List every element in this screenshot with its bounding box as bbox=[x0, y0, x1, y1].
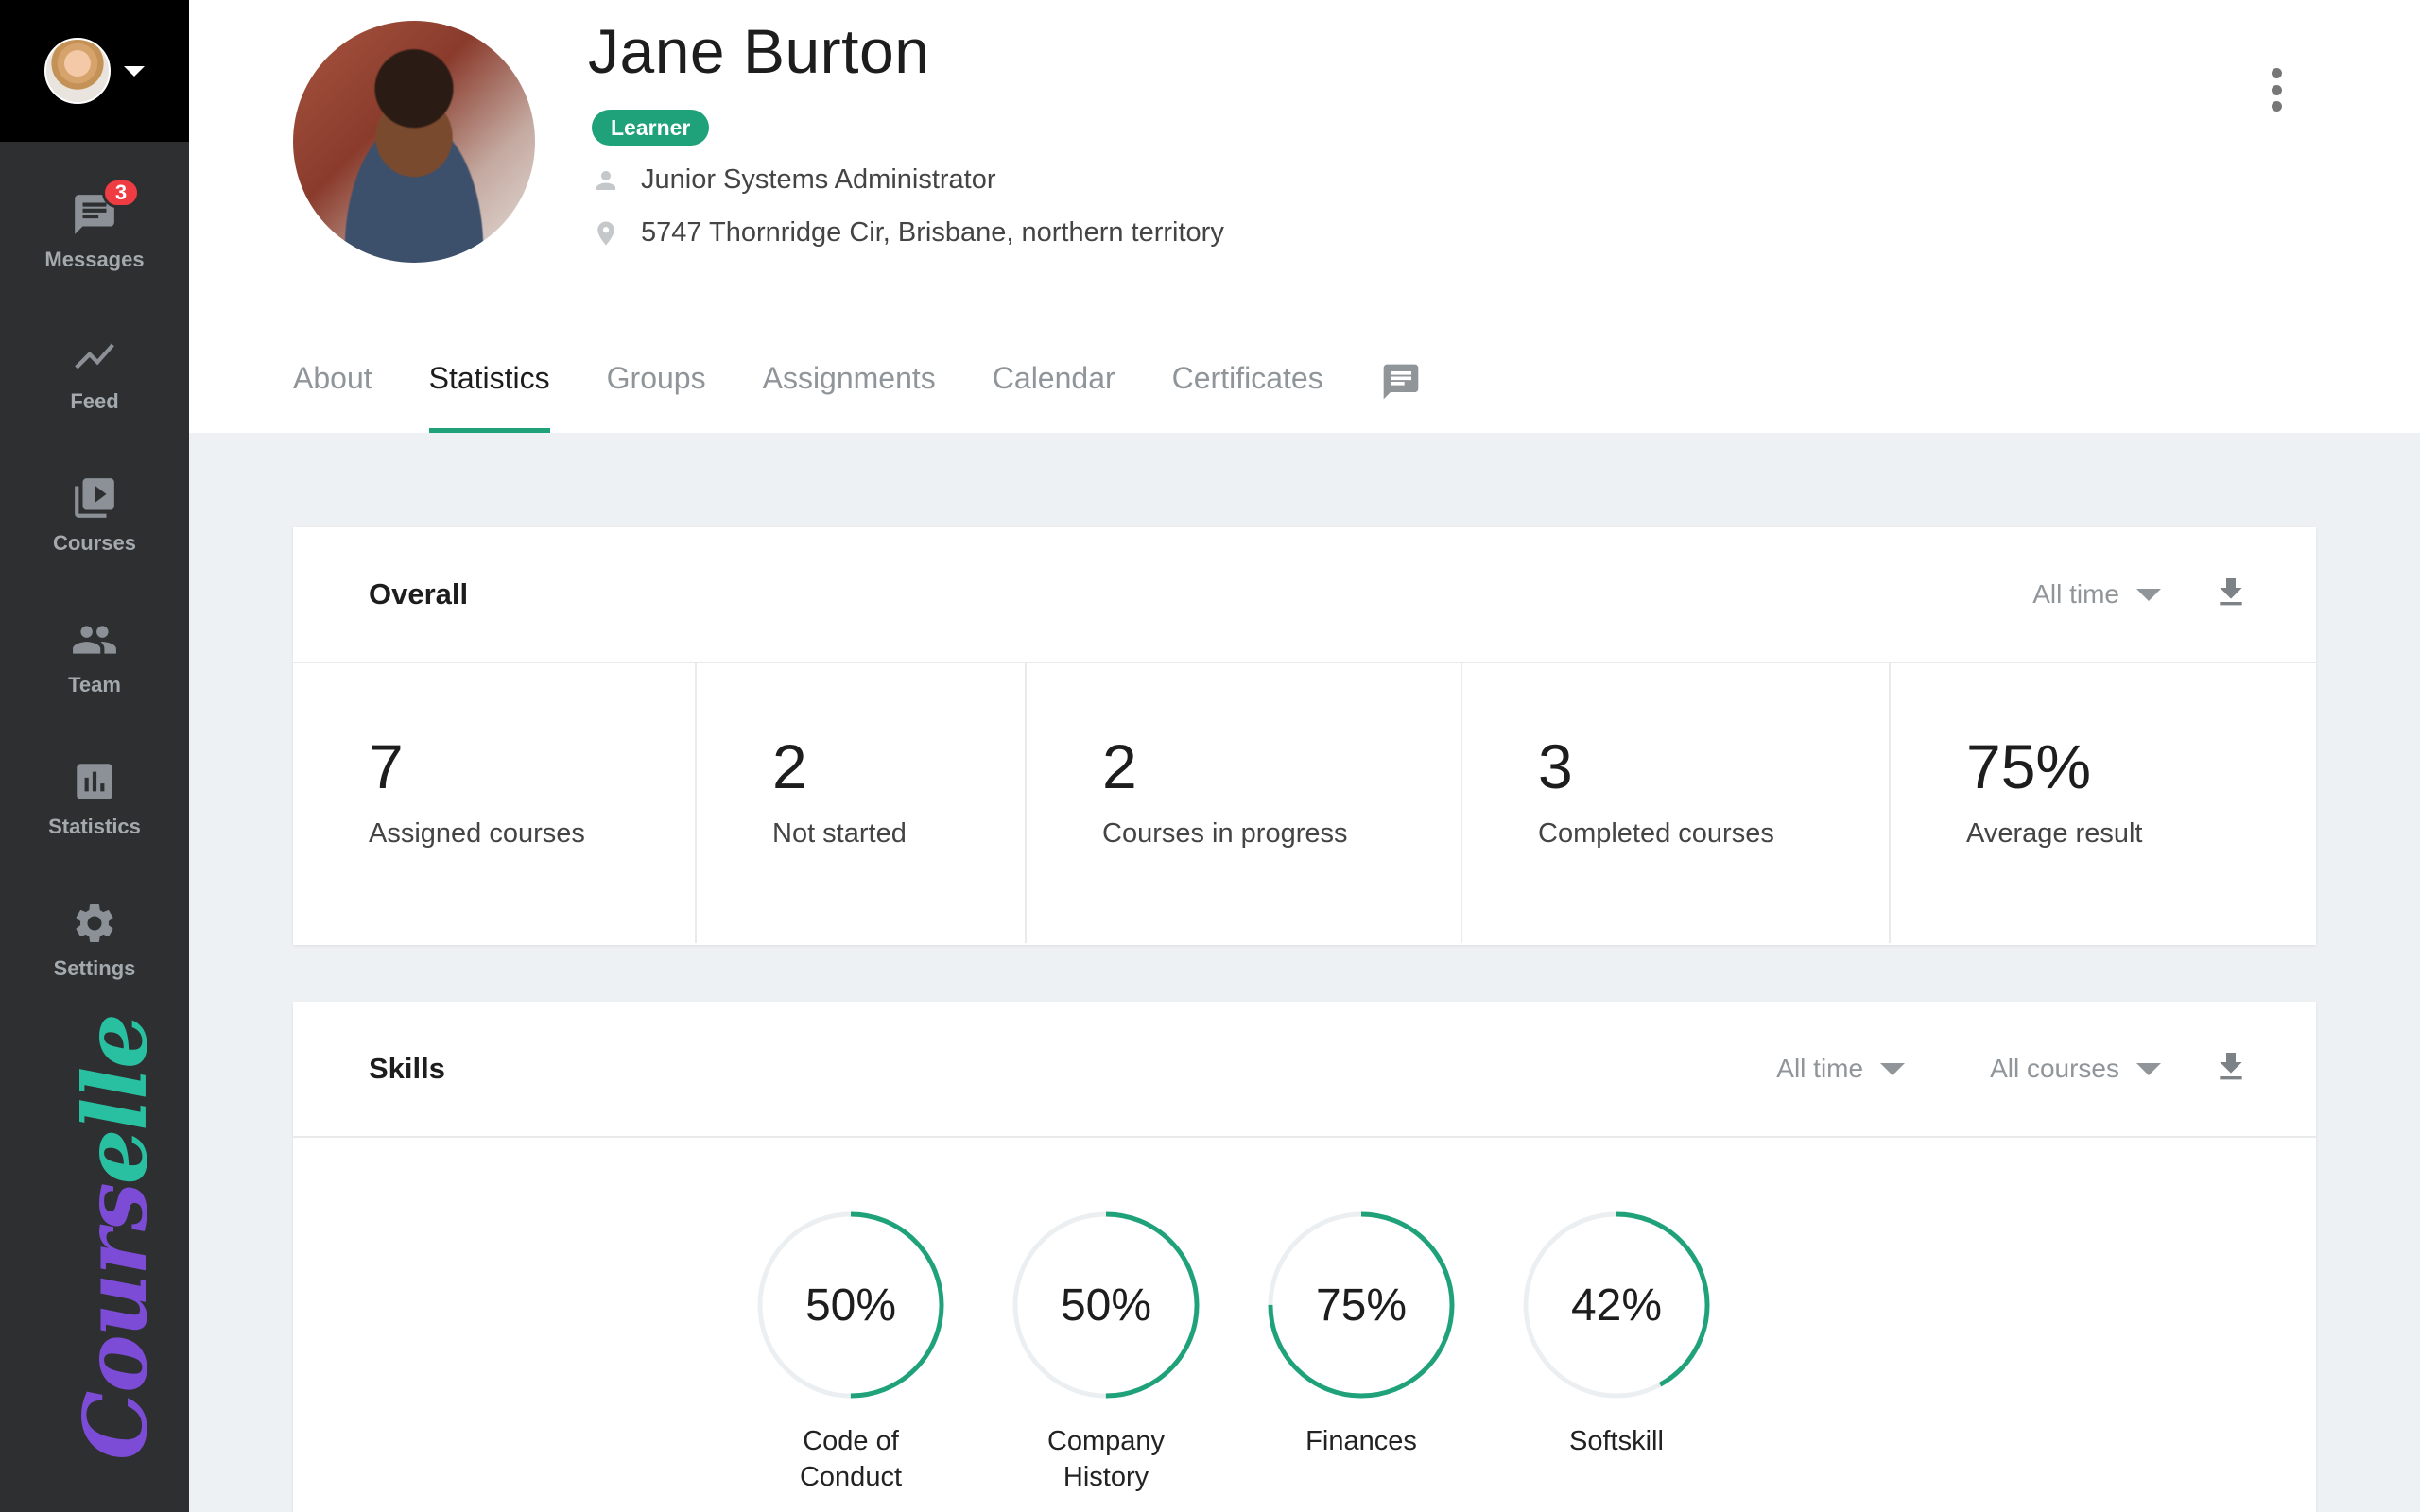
tab-message[interactable] bbox=[1380, 357, 1422, 433]
sidebar-item-label: Courses bbox=[52, 531, 137, 555]
stat-value: 2 bbox=[772, 731, 807, 801]
time-filter-value: All time bbox=[2032, 579, 2119, 609]
skill-percent: 42% bbox=[1570, 1280, 1663, 1331]
address: 5747 Thornridge Cir, Brisbane, northern … bbox=[641, 217, 1224, 248]
sidebar-item-label: Team bbox=[68, 673, 121, 696]
download-icon bbox=[2220, 577, 2242, 605]
sidebar-item-messages[interactable]: 3 Messages bbox=[0, 161, 189, 302]
overall-card-header: Overall All time bbox=[293, 527, 2316, 663]
skill-label: Code of Conduct bbox=[799, 1426, 902, 1492]
stat-value: 2 bbox=[1102, 731, 1137, 801]
skill-progress-ring: 50% bbox=[757, 1211, 944, 1399]
stat-value: 3 bbox=[1538, 731, 1573, 801]
skill-label: Finances bbox=[1305, 1426, 1417, 1456]
app-logo: Courselle bbox=[59, 1015, 166, 1469]
unread-badge: 3 bbox=[102, 178, 140, 208]
sidebar-item-settings[interactable]: Settings bbox=[0, 869, 189, 1011]
download-button[interactable] bbox=[2212, 1048, 2250, 1091]
skill-progress-ring: 42% bbox=[1523, 1211, 1710, 1399]
gear-icon bbox=[76, 904, 113, 942]
sidebar-item-label: Settings bbox=[53, 956, 136, 980]
card-title: Overall bbox=[369, 577, 469, 610]
time-filter-value: All time bbox=[1776, 1054, 1864, 1083]
profile-header: Jane Burton Learner Junior Systems Admin… bbox=[189, 0, 2420, 433]
time-filter-dropdown[interactable]: All time bbox=[2032, 579, 2161, 610]
stat-courses-in-progress: 2 Courses in progress bbox=[1027, 663, 1462, 943]
people-icon bbox=[73, 626, 116, 654]
bar-chart-icon bbox=[77, 764, 112, 799]
account-menu[interactable] bbox=[0, 0, 189, 142]
skill-percent: 50% bbox=[804, 1280, 897, 1331]
stat-label: Not started bbox=[772, 818, 907, 849]
skills-card: Skills All time All courses 50% Code of … bbox=[293, 1002, 2316, 1512]
sidebar-nav: 3 Messages Feed Courses Team Statistics … bbox=[0, 142, 189, 1011]
sidebar: 3 Messages Feed Courses Team Statistics … bbox=[0, 0, 189, 1512]
avatar[interactable] bbox=[44, 38, 111, 104]
caret-down-icon bbox=[1880, 1062, 1906, 1075]
skill-item: 75% Finances bbox=[1267, 1211, 1456, 1495]
stat-average-result: 75% Average result bbox=[1891, 663, 2316, 943]
sidebar-item-feed[interactable]: Feed bbox=[0, 302, 189, 444]
sidebar-item-courses[interactable]: Courses bbox=[0, 444, 189, 586]
download-button[interactable] bbox=[2212, 574, 2250, 616]
stat-value: 7 bbox=[369, 731, 404, 801]
stat-not-started: 2 Not started bbox=[697, 663, 1027, 943]
skill-item: 42% Softskill bbox=[1522, 1211, 1711, 1495]
tab-calendar[interactable]: Calendar bbox=[993, 357, 1115, 433]
stat-value: 75% bbox=[1966, 731, 2092, 801]
stat-label: Assigned courses bbox=[369, 818, 585, 849]
logo-text: Courselle bbox=[64, 1015, 166, 1460]
download-icon bbox=[2220, 1052, 2242, 1079]
skill-percent: 75% bbox=[1315, 1280, 1408, 1331]
sidebar-item-statistics[interactable]: Statistics bbox=[0, 728, 189, 869]
card-title: Skills bbox=[369, 1052, 445, 1085]
logo-text-part2: elle bbox=[64, 1015, 166, 1185]
tab-about[interactable]: About bbox=[293, 357, 372, 433]
trend-icon bbox=[75, 343, 114, 369]
caret-down-icon bbox=[2136, 1062, 2161, 1075]
time-filter-dropdown[interactable]: All time bbox=[1776, 1054, 1906, 1084]
overall-card: Overall All time 7 Assigned courses 2 No… bbox=[293, 527, 2316, 945]
tab-groups[interactable]: Groups bbox=[607, 357, 706, 433]
skill-rings: 50% Code of Conduct 50% Company History … bbox=[293, 1138, 2316, 1495]
course-filter-dropdown[interactable]: All courses bbox=[1990, 1054, 2161, 1084]
chat-icon bbox=[1383, 364, 1419, 400]
skills-card-header: Skills All time All courses bbox=[293, 1002, 2316, 1138]
tab-assignments[interactable]: Assignments bbox=[763, 357, 936, 433]
chevron-down-icon[interactable] bbox=[124, 65, 145, 77]
overall-stats: 7 Assigned courses 2 Not started 2 Cours… bbox=[293, 663, 2316, 943]
person-icon bbox=[596, 170, 615, 190]
more-options-icon[interactable] bbox=[2272, 68, 2283, 112]
stat-label: Completed courses bbox=[1538, 818, 1774, 849]
profile-photo bbox=[293, 21, 535, 263]
skill-item: 50% Code of Conduct bbox=[756, 1211, 945, 1495]
sidebar-item-label: Feed bbox=[70, 389, 119, 413]
stat-label: Average result bbox=[1966, 818, 2143, 849]
profile-name: Jane Burton bbox=[588, 16, 930, 86]
role-badge: Learner bbox=[592, 110, 710, 146]
location-pin-icon bbox=[597, 221, 614, 245]
skill-label: Softskill bbox=[1569, 1426, 1664, 1456]
stat-completed-courses: 3 Completed courses bbox=[1462, 663, 1891, 943]
sidebar-item-label: Statistics bbox=[48, 815, 141, 838]
video-library-icon bbox=[75, 478, 114, 518]
sidebar-item-label: Messages bbox=[44, 248, 145, 271]
stat-assigned-courses: 7 Assigned courses bbox=[293, 663, 697, 943]
skill-item: 50% Company History bbox=[1011, 1211, 1201, 1495]
stat-label: Courses in progress bbox=[1102, 818, 1348, 849]
profile-tabs: About Statistics Groups Assignments Cale… bbox=[293, 357, 1422, 433]
tab-certificates[interactable]: Certificates bbox=[1172, 357, 1323, 433]
sidebar-item-team[interactable]: Team bbox=[0, 586, 189, 728]
skill-progress-ring: 50% bbox=[1012, 1211, 1200, 1399]
logo-text-part1: Cours bbox=[64, 1184, 166, 1460]
job-title: Junior Systems Administrator bbox=[641, 164, 996, 195]
skill-progress-ring: 75% bbox=[1268, 1211, 1455, 1399]
job-title-row: Junior Systems Administrator bbox=[592, 164, 996, 196]
course-filter-value: All courses bbox=[1990, 1054, 2119, 1083]
skill-percent: 50% bbox=[1060, 1280, 1152, 1331]
caret-down-icon bbox=[2136, 588, 2161, 601]
skill-label: Company History bbox=[1046, 1426, 1166, 1492]
tab-statistics[interactable]: Statistics bbox=[428, 357, 550, 433]
address-row: 5747 Thornridge Cir, Brisbane, northern … bbox=[592, 217, 1224, 249]
